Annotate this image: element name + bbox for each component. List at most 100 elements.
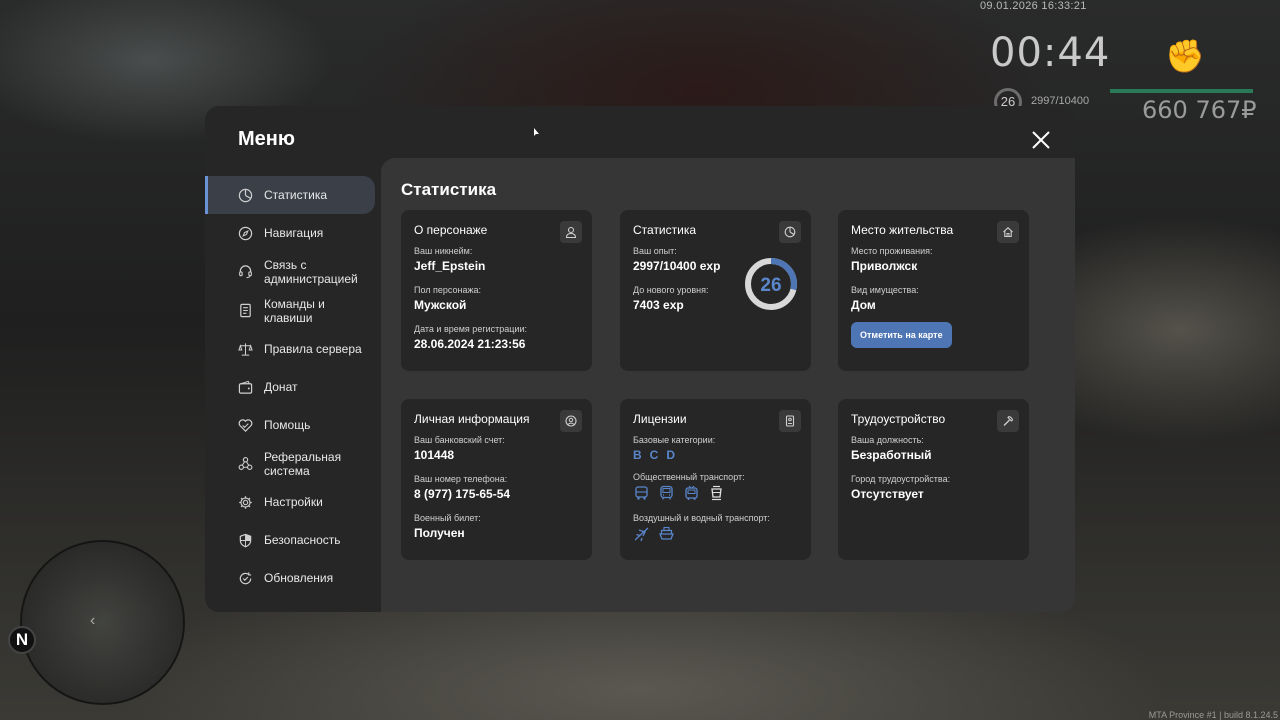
registration-value: 28.06.2024 21:23:56 <box>414 337 526 351</box>
registration-label: Дата и время регистрации: <box>414 324 527 334</box>
license-category: B <box>633 448 642 462</box>
trolleybus-icon <box>685 485 698 500</box>
fist-icon: ✊ <box>1165 38 1205 74</box>
sidebar-item-referral[interactable]: Реферальная система <box>205 444 381 483</box>
military-label: Военный билет: <box>414 513 481 523</box>
card-title: Лицензии <box>633 412 687 426</box>
sidebar-item-label: Статистика <box>264 188 328 202</box>
health-bar <box>1110 89 1253 93</box>
hud-timer: 00:44 <box>990 30 1111 76</box>
page-title: Статистика <box>401 180 497 199</box>
sidebar-item-security[interactable]: Безопасность <box>205 521 381 559</box>
sidebar-item-label: Помощь <box>264 418 311 432</box>
handshake-heart-icon <box>238 418 253 432</box>
sidebar-item-admin-contact[interactable]: Связь с администрацией <box>205 252 381 291</box>
tram-icon <box>711 485 722 501</box>
sidebar-item-label: Связь с администрацией <box>264 257 358 286</box>
sidebar-item-label: Безопасность <box>264 533 341 547</box>
modal-title: Меню <box>238 128 295 150</box>
property-value: Дом <box>851 298 876 312</box>
mark-on-map-button[interactable]: Отметить на карте <box>851 322 952 348</box>
sidebar-item-help[interactable]: Помощь <box>205 406 381 444</box>
property-label: Вид имущества: <box>851 285 919 295</box>
sidebar-item-label: Обновления <box>264 571 334 585</box>
work-city-value: Отсутствует <box>851 487 924 501</box>
licenses-card: Лицензии Базовые категории: B C D Общест… <box>620 399 811 560</box>
phone-label: Ваш номер телефона: <box>414 474 508 484</box>
card-title: Трудоустройство <box>851 412 946 426</box>
network-icon <box>238 457 253 470</box>
gender-value: Мужской <box>414 298 467 312</box>
work-city-label: Город трудоустройства: <box>851 474 951 484</box>
license-category: C <box>649 448 659 462</box>
card-title: О персонаже <box>414 223 488 237</box>
public-transport-label: Общественный транспорт: <box>633 472 745 482</box>
bus-icon <box>635 486 648 500</box>
stats-card: Статистика Ваш опыт: 2997/10400 exp До н… <box>620 210 811 371</box>
sidebar-nav: Статистика Навигация Связь с администрац… <box>205 176 381 597</box>
sidebar-item-rules[interactable]: Правила сервера <box>205 330 381 368</box>
boat-icon <box>659 526 674 540</box>
bank-label: Ваш банковский счет: <box>414 435 505 445</box>
personal-info-card: Личная информация Ваш банковский счет: 1… <box>401 399 592 560</box>
menu-modal: Меню Статистика Навигация Связь с админи… <box>205 106 1075 612</box>
gender-label: Пол персонажа: <box>414 285 482 295</box>
license-category: D <box>666 448 676 462</box>
license-categories: B C D <box>633 448 798 462</box>
headset-icon <box>239 265 252 279</box>
card-title: Статистика <box>633 223 697 237</box>
scales-icon <box>238 342 253 356</box>
content-panel: Статистика О персонаже Ваш никнейм: Jeff… <box>381 158 1075 612</box>
air-water-transport-icons <box>633 526 798 542</box>
sidebar-item-label: Команды и клавиши <box>264 296 325 325</box>
employment-card: Трудоустройство Ваша должность: Безработ… <box>838 399 1029 560</box>
level-progress-ring: 26 <box>745 258 797 310</box>
refresh-check-icon <box>239 571 252 584</box>
sidebar-item-settings[interactable]: Настройки <box>205 483 381 521</box>
pie-chart-icon <box>779 221 801 243</box>
position-label: Ваша должность: <box>851 435 924 445</box>
hammer-icon <box>997 410 1019 432</box>
bank-value: 101448 <box>414 448 455 462</box>
plane-icon <box>634 527 649 542</box>
house-icon <box>997 221 1019 243</box>
document-icon <box>240 303 251 318</box>
footer-build: MTA Province #1 | build 8.1.24.5 <box>1148 710 1278 720</box>
base-categories-label: Базовые категории: <box>633 435 716 445</box>
close-icon[interactable] <box>1030 129 1052 151</box>
north-marker: N <box>8 626 36 654</box>
sidebar-item-label: Навигация <box>264 226 324 240</box>
place-value: Приволжск <box>851 259 918 273</box>
sidebar-item-label: Реферальная система <box>264 449 342 478</box>
character-card: О персонаже Ваш никнейм: Jeff_Epstein По… <box>401 210 592 371</box>
exp-label: Ваш опыт: <box>633 246 677 256</box>
military-value: Получен <box>414 526 465 540</box>
pie-chart-icon <box>238 188 253 202</box>
mouse-cursor-icon <box>534 128 539 136</box>
residence-card: Место жительства Место проживания: Приво… <box>838 210 1029 371</box>
card-title: Личная информация <box>414 412 530 426</box>
sidebar-item-label: Настройки <box>264 495 323 509</box>
sidebar-item-statistics[interactable]: Статистика <box>205 176 375 214</box>
sidebar-item-commands[interactable]: Команды и клавиши <box>205 291 381 330</box>
air-water-transport-label: Воздушный и водный транспорт: <box>633 513 770 523</box>
user-circle-icon <box>560 410 582 432</box>
position-value: Безработный <box>851 448 932 462</box>
coach-icon <box>660 485 673 500</box>
nickname-label: Ваш никнейм: <box>414 246 473 256</box>
hud-money: 660 767₽ <box>1142 96 1257 124</box>
phone-value: 8 (977) 175-65-54 <box>414 487 511 501</box>
compass-icon <box>238 226 253 240</box>
place-label: Место проживания: <box>851 246 933 256</box>
sidebar-item-donate[interactable]: Донат <box>205 368 381 406</box>
gear-icon <box>239 495 252 509</box>
sidebar-item-navigation[interactable]: Навигация <box>205 214 381 252</box>
minimap <box>20 540 185 705</box>
sidebar-item-updates[interactable]: Обновления <box>205 559 381 597</box>
hud-datetime: 09.01.2026 16:33:21 <box>980 0 1087 12</box>
sidebar-item-label: Донат <box>264 380 298 394</box>
card-title: Место жительства <box>851 223 954 237</box>
user-icon <box>560 221 582 243</box>
shield-icon <box>239 533 252 548</box>
wallet-icon <box>238 380 253 394</box>
